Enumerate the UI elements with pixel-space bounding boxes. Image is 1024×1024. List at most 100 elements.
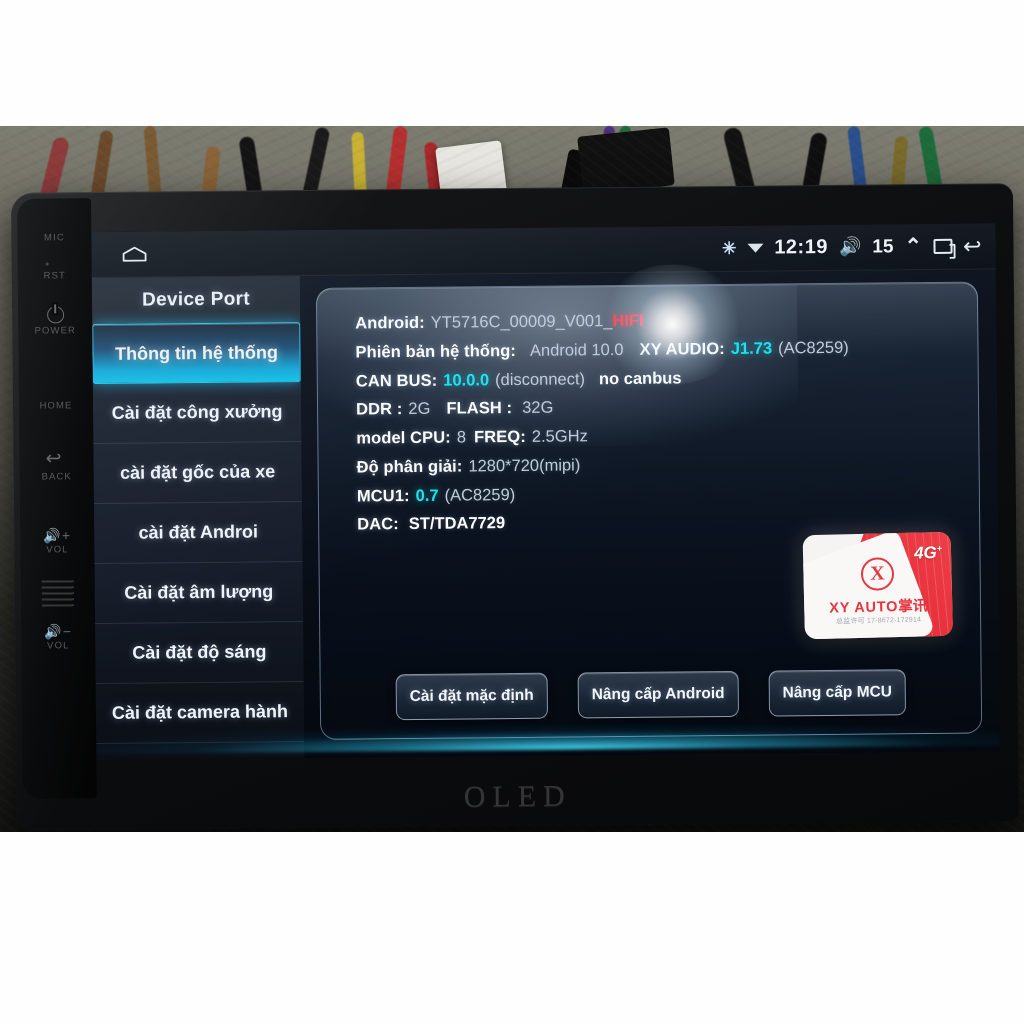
- action-button-row: Cài đặt mặc định Nâng cấp Android Nâng c…: [321, 669, 981, 721]
- hardkey-home[interactable]: HOME: [19, 384, 93, 412]
- info-label: Android:: [355, 313, 425, 333]
- info-value: 1280*720(mipi): [468, 456, 581, 476]
- lcd-screen: ✳ 12:19 🔊 15 ⌃ ↩ Device Port Thông tin h…: [91, 223, 1001, 761]
- bluetooth-icon: ✳: [721, 238, 737, 258]
- info-row-android: Android: YT5716C_00009_V001_ HIFI: [355, 307, 915, 335]
- info-value: 10.0.0: [443, 370, 490, 390]
- system-info-panel: Android: YT5716C_00009_V001_ HIFI Phiên b…: [315, 281, 983, 740]
- sidebar-item-label: Cài đặt camera hành: [111, 701, 289, 723]
- sidebar-item-label: cài đặt gốc của xe: [120, 461, 276, 483]
- info-label: Độ phân giải:: [356, 457, 463, 477]
- restore-default-settings-button[interactable]: Cài đặt mặc định: [395, 672, 548, 721]
- sidebar-item-volume-settings[interactable]: Cài đặt âm lượng: [94, 562, 304, 625]
- sidebar-item-brightness-settings[interactable]: Cài đặt độ sáng: [95, 622, 304, 685]
- info-label-xy-audio: XY AUDIO:: [639, 339, 725, 359]
- black-connector-2: [577, 127, 675, 195]
- info-row-mcu1: MCU1: 0.7 (AC8259): [357, 480, 917, 508]
- home-grid-icon: [45, 384, 66, 398]
- info-row-ddr-flash: DDR : 2G FLASH : 32G: [356, 393, 916, 421]
- info-value: 2G: [408, 400, 431, 419]
- sidebar-item-label: Cài đặt độ sáng: [132, 641, 267, 663]
- sidebar-item-dashcam-settings[interactable]: Cài đặt camera hành: [95, 682, 305, 745]
- info-value: ST/TDA7729: [408, 514, 506, 534]
- hardkey-column: MIC RST POWER HOME BACK 🔊+ VOL: [17, 198, 97, 799]
- sidebar-item-system-info[interactable]: Thông tin hệ thống: [92, 322, 301, 385]
- info-row-canbus: CAN BUS: 10.0.0 (disconnect) no canbus: [356, 365, 916, 393]
- chevron-up-icon[interactable]: ⌃: [904, 234, 922, 259]
- info-row-system-version: Phiên bản hệ thống: Android 10.0 XY AUDI…: [355, 336, 915, 364]
- power-icon: [46, 306, 64, 324]
- info-value-freq: 2.5GHz: [531, 427, 588, 446]
- sidebar-item-car-original-settings[interactable]: cài đặt gốc của xe: [93, 442, 302, 505]
- info-value-canbus-state: no canbus: [598, 368, 682, 388]
- sidebar-item-factory-settings[interactable]: Cài đặt công xưởng: [92, 382, 302, 445]
- button-label: Nâng cấp MCU: [782, 683, 893, 702]
- hardkey-reset[interactable]: RST: [18, 270, 92, 282]
- back-arrow-icon: [45, 456, 67, 469]
- sidebar-title: Device Port: [141, 288, 251, 311]
- hardkey-back-label: BACK: [41, 471, 72, 483]
- info-row-cpu-freq: model CPU: 8 FREQ: 2.5GHz: [356, 422, 916, 450]
- info-label: Phiên bản hệ thống:: [355, 341, 517, 362]
- volume-level: 15: [872, 235, 894, 258]
- info-value-hifi: HIFI: [612, 311, 644, 331]
- hardkey-volume-down[interactable]: 🔊− VOL: [21, 623, 95, 652]
- sidebar-item-label: cài đặt Androi: [138, 521, 258, 543]
- 4g-badge: 4G+: [913, 543, 943, 563]
- sidebar-item-android-settings[interactable]: cài đặt Androi: [93, 502, 303, 565]
- brand-latin: XY AUTO: [829, 599, 899, 617]
- reset-pinhole-icon[interactable]: [45, 262, 49, 266]
- signal-triangle-icon: [747, 243, 764, 253]
- info-suffix: (disconnect): [495, 369, 586, 389]
- car-head-unit: MIC RST POWER HOME BACK 🔊+ VOL: [10, 183, 1020, 831]
- speaker-icon[interactable]: 🔊: [839, 237, 862, 258]
- sidebar-item-label: Cài đặt công xưởng: [111, 401, 283, 423]
- image-bottom-margin: [0, 832, 1024, 1024]
- system-info-list: Android: YT5716C_00009_V001_ HIFI Phiên b…: [355, 307, 917, 542]
- info-suffix: (AC8259): [444, 485, 516, 505]
- button-label: Nâng cấp Android: [591, 684, 725, 704]
- recent-apps-icon[interactable]: [933, 238, 953, 254]
- home-house-icon[interactable]: [121, 246, 147, 263]
- info-label: DDR :: [355, 400, 403, 419]
- hardkey-home-label: HOME: [39, 400, 73, 412]
- photo-scene: MIC RST POWER HOME BACK 🔊+ VOL: [0, 0, 1024, 1024]
- hardkey-volume-down-label: VOL: [47, 640, 70, 652]
- settings-sidebar: Device Port Thông tin hệ thống Cài đặt c…: [91, 276, 305, 761]
- info-label-flash: FLASH :: [446, 399, 513, 418]
- button-label: Cài đặt mặc định: [409, 686, 534, 706]
- info-suffix-xy-audio: (AC8259): [778, 338, 849, 358]
- info-label: CAN BUS:: [355, 371, 438, 391]
- info-value: Android 10.0: [529, 340, 624, 360]
- hardkey-back[interactable]: BACK: [19, 456, 93, 483]
- info-value: 8: [456, 428, 467, 447]
- status-bar-clock: 12:19: [774, 235, 829, 259]
- hardkey-volume-up-label: VOL: [46, 544, 69, 556]
- android-status-bar: ✳ 12:19 🔊 15 ⌃ ↩: [91, 223, 996, 279]
- info-value: YT5716C_00009_V001_: [430, 312, 613, 332]
- sidebar-item-label: Thông tin hệ thống: [114, 341, 279, 364]
- hardkey-mic: MIC: [17, 232, 91, 244]
- hardkey-power-label: POWER: [34, 325, 77, 337]
- info-label: DAC:: [357, 515, 399, 534]
- volume-down-icon: 🔊−: [44, 623, 73, 640]
- xy-auto-logo-card: 4G+ X XY AUTO掌讯 总监许可 17-8672-172914: [802, 531, 953, 640]
- info-value: 0.7: [415, 486, 439, 505]
- upgrade-android-button[interactable]: Nâng cấp Android: [577, 670, 739, 719]
- info-label: model CPU:: [356, 428, 451, 448]
- speaker-grille: [41, 580, 74, 607]
- brand-chinese: 掌讯: [898, 598, 928, 616]
- sidebar-item-label: Cài đặt âm lượng: [124, 581, 274, 603]
- info-value-xy-audio: J1.73: [730, 339, 773, 358]
- upgrade-mcu-button[interactable]: Nâng cấp MCU: [768, 669, 907, 717]
- back-arrow-icon[interactable]: ↩: [963, 233, 982, 259]
- info-row-resolution: Độ phân giải: 1280*720(mipi): [357, 451, 917, 479]
- status-bar-right-cluster: ✳ 12:19 🔊 15 ⌃ ↩: [722, 233, 982, 261]
- image-top-margin: [0, 0, 1024, 126]
- info-label-freq: FREQ:: [473, 427, 526, 447]
- hardkey-volume-up[interactable]: 🔊+ VOL: [20, 527, 94, 556]
- hardkey-mic-label: MIC: [43, 232, 65, 244]
- info-label: MCU1:: [356, 486, 410, 506]
- info-value-flash: 32G: [522, 398, 554, 418]
- hardkey-power[interactable]: POWER: [18, 306, 92, 337]
